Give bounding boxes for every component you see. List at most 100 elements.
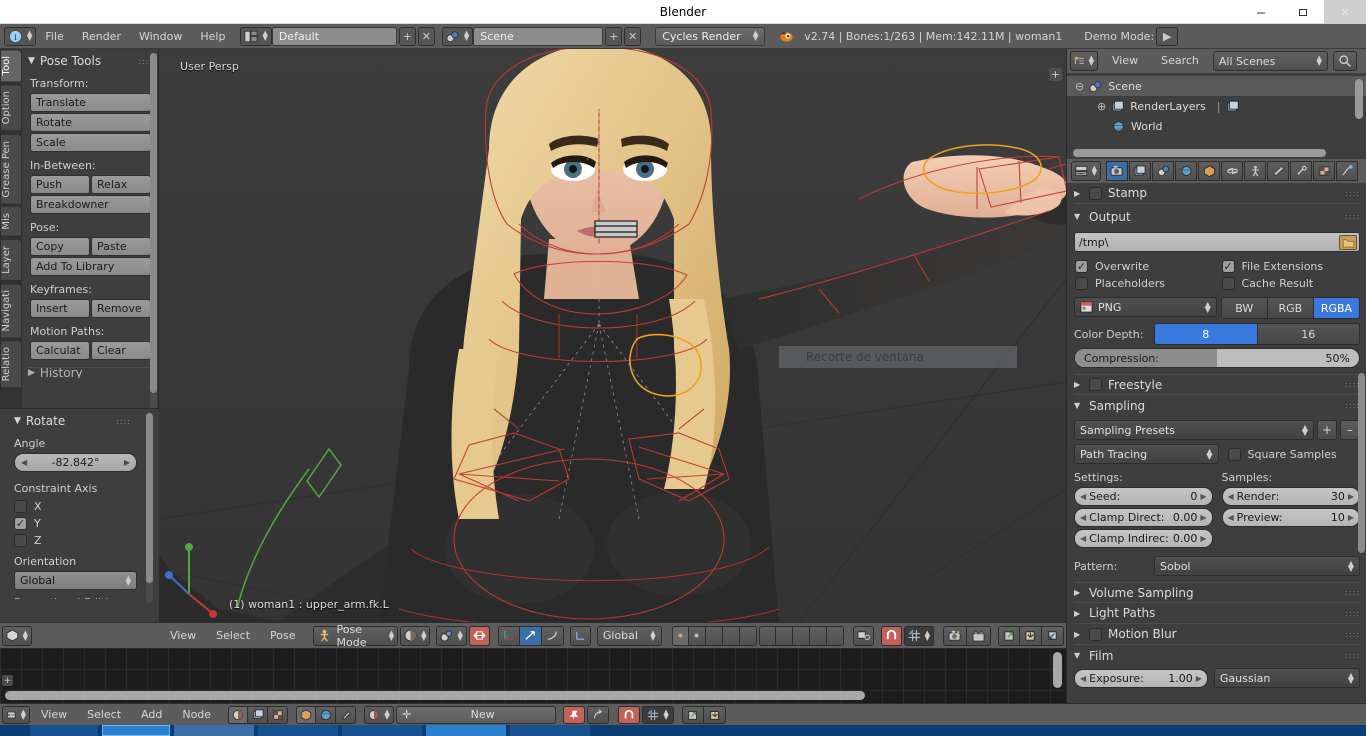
section-motion-blur[interactable]: ▶ Motion Blur :::: <box>1074 624 1360 645</box>
outliner-row-world[interactable]: World <box>1067 116 1366 136</box>
preview-samples-field[interactable]: ◀ Preview: 10 ▶ <box>1221 508 1360 527</box>
viewport-shading-dropdown[interactable]: ▲ ▼ <box>400 625 431 646</box>
properties-tab-render[interactable] <box>1106 161 1128 181</box>
render-image-button[interactable] <box>943 625 967 646</box>
scale-manipulator-button[interactable] <box>541 625 564 646</box>
stamp-checkbox[interactable] <box>1089 186 1102 200</box>
node-editor-expand-icon[interactable]: + <box>2 675 13 686</box>
paste-pose-button[interactable]: Paste <box>91 237 151 256</box>
properties-tab-bone[interactable] <box>1267 161 1289 181</box>
section-sampling[interactable]: ▼ Sampling :::: <box>1074 395 1360 416</box>
constraint-axis-x-row[interactable]: X <box>0 498 159 515</box>
outliner-horizontal-scrollbar[interactable] <box>1073 149 1326 157</box>
layer-button-1[interactable] <box>671 625 689 646</box>
snap-magnet-toggle[interactable] <box>880 625 902 646</box>
history-panel-header[interactable]: ▶ History <box>22 368 158 378</box>
outliner-search-button[interactable] <box>1332 51 1357 71</box>
3d-viewport[interactable]: User Persp (1) woman1 : upper_arm.fk.L +… <box>159 49 1066 622</box>
sidebar-tab-tool[interactable]: Tool <box>0 49 22 83</box>
add-to-library-button[interactable]: Add To Library <box>30 257 151 276</box>
node-snap-element-dropdown[interactable]: ▲ ▼ <box>642 705 675 724</box>
screen-layout-browse-icon[interactable]: ▲ ▼ <box>240 26 272 46</box>
scene-browse-icon[interactable]: ▲ ▼ <box>441 26 474 46</box>
minimize-button[interactable] <box>1240 0 1282 24</box>
go-to-parent-button[interactable] <box>587 705 610 724</box>
properties-tab-object[interactable] <box>1198 161 1220 181</box>
increment-arrow-icon[interactable]: ▶ <box>124 458 130 467</box>
increment-arrow-icon[interactable]: ▶ <box>1200 534 1206 543</box>
decrement-arrow-icon[interactable]: ◀ <box>1080 513 1086 522</box>
taskbar-item-6[interactable] <box>426 725 506 736</box>
viewport-expand-icon[interactable]: + <box>1049 68 1062 81</box>
menu-help[interactable]: Help <box>191 24 234 49</box>
delete-scene-button[interactable]: ✕ <box>624 26 642 46</box>
paste-flipped-pose-button[interactable] <box>1042 625 1064 646</box>
translate-button[interactable]: Translate <box>30 93 151 112</box>
sidebar-tab-misc[interactable]: Mis <box>0 206 22 238</box>
insert-keyframe-button[interactable]: Insert <box>30 299 90 318</box>
taskbar-item-5[interactable] <box>342 725 422 736</box>
outliner-menu-search[interactable]: Search <box>1152 49 1208 73</box>
increment-arrow-icon[interactable]: ▶ <box>1196 674 1202 683</box>
render-animation-button[interactable] <box>967 625 991 646</box>
decrement-arrow-icon[interactable]: ◀ <box>1228 513 1234 522</box>
pose-tools-panel-header[interactable]: ▼ Pose Tools :::: <box>22 49 158 71</box>
placeholders-row[interactable]: Placeholders <box>1074 275 1214 292</box>
object-shader-button[interactable] <box>296 705 317 724</box>
taskbar-item-4[interactable] <box>258 725 338 736</box>
scale-button[interactable]: Scale <box>30 133 151 152</box>
operator-panel-scrollbar[interactable] <box>146 413 153 603</box>
color-mode-rgb[interactable]: RGB <box>1266 298 1313 318</box>
new-material-button[interactable]: ✛ New <box>396 705 557 724</box>
sampling-presets-dropdown[interactable]: Sampling Presets ▲ ▼ <box>1074 420 1314 440</box>
layer-button-9[interactable] <box>809 625 827 646</box>
material-browse-icon[interactable]: ▲ ▼ <box>364 705 395 724</box>
orientation-dropdown[interactable]: Global ▲ ▼ <box>14 571 137 590</box>
shader-nodes-button[interactable] <box>228 705 249 724</box>
delete-screen-layout-button[interactable]: ✕ <box>417 26 435 46</box>
maximize-button[interactable] <box>1282 0 1324 24</box>
constraint-axis-z-row[interactable]: Z <box>0 532 159 549</box>
sidebar-tab-options[interactable]: Option <box>0 84 22 132</box>
lamp-shader-button[interactable] <box>336 705 357 724</box>
outliner-display-mode-dropdown[interactable]: All Scenes ▲ ▼ <box>1212 51 1328 71</box>
compression-slider[interactable]: Compression: 50% <box>1074 348 1360 368</box>
node-menu-view[interactable]: View <box>32 704 76 726</box>
checkbox-file-extensions[interactable]: ✓ <box>1221 260 1235 273</box>
layer-button-5[interactable] <box>739 625 757 646</box>
menu-window[interactable]: Window <box>130 24 191 49</box>
angle-field[interactable]: ◀ -82.842° ▶ <box>14 453 137 472</box>
properties-tab-constraints[interactable] <box>1221 161 1243 181</box>
increment-arrow-icon[interactable]: ▶ <box>1200 492 1206 501</box>
layer-button-6[interactable] <box>758 625 776 646</box>
node-menu-add[interactable]: Add <box>132 704 171 726</box>
layer-button-2[interactable] <box>688 625 706 646</box>
checkbox-y[interactable]: ✓ <box>14 517 27 530</box>
scene-field[interactable]: Scene <box>473 26 604 46</box>
interaction-mode-dropdown[interactable]: Pose Mode ▲ ▼ <box>312 623 399 649</box>
square-samples-row[interactable]: Square Samples <box>1227 447 1361 461</box>
taskbar-item-2[interactable] <box>102 725 170 736</box>
node-editor-horizontal-scrollbar[interactable] <box>5 691 865 700</box>
sidebar-tab-grease-pencil[interactable]: Grease Pen <box>0 133 22 205</box>
checkbox-placeholders[interactable] <box>1075 277 1088 290</box>
add-screen-layout-button[interactable]: + <box>398 26 416 46</box>
menu-render[interactable]: Render <box>73 24 130 49</box>
color-depth-16[interactable]: 16 <box>1256 324 1359 344</box>
node-editor-vertical-scrollbar[interactable] <box>1053 652 1062 688</box>
color-depth-8[interactable]: 8 <box>1155 324 1257 344</box>
rotate-panel-header[interactable]: ▼ Rotate :::: <box>0 409 159 431</box>
outliner-menu-view[interactable]: View <box>1103 49 1147 73</box>
seed-field[interactable]: ◀ Seed: 0 ▶ <box>1074 487 1213 506</box>
relax-button[interactable]: Relax <box>91 175 151 194</box>
sidebar-tab-layer[interactable]: Layer <box>0 239 22 281</box>
increment-arrow-icon[interactable]: ▶ <box>1200 513 1206 522</box>
node-paste-button[interactable] <box>704 705 727 724</box>
viewport-menu-select[interactable]: Select <box>207 623 259 648</box>
increment-arrow-icon[interactable]: ▶ <box>1348 492 1354 501</box>
section-light-paths[interactable]: ▶ Light Paths :::: <box>1074 603 1360 624</box>
checkbox-z[interactable] <box>14 534 27 547</box>
integrator-dropdown[interactable]: Path Tracing ▲ ▼ <box>1074 444 1219 464</box>
checkbox-square-samples[interactable] <box>1227 447 1241 461</box>
rotate-button[interactable]: Rotate <box>30 113 151 132</box>
